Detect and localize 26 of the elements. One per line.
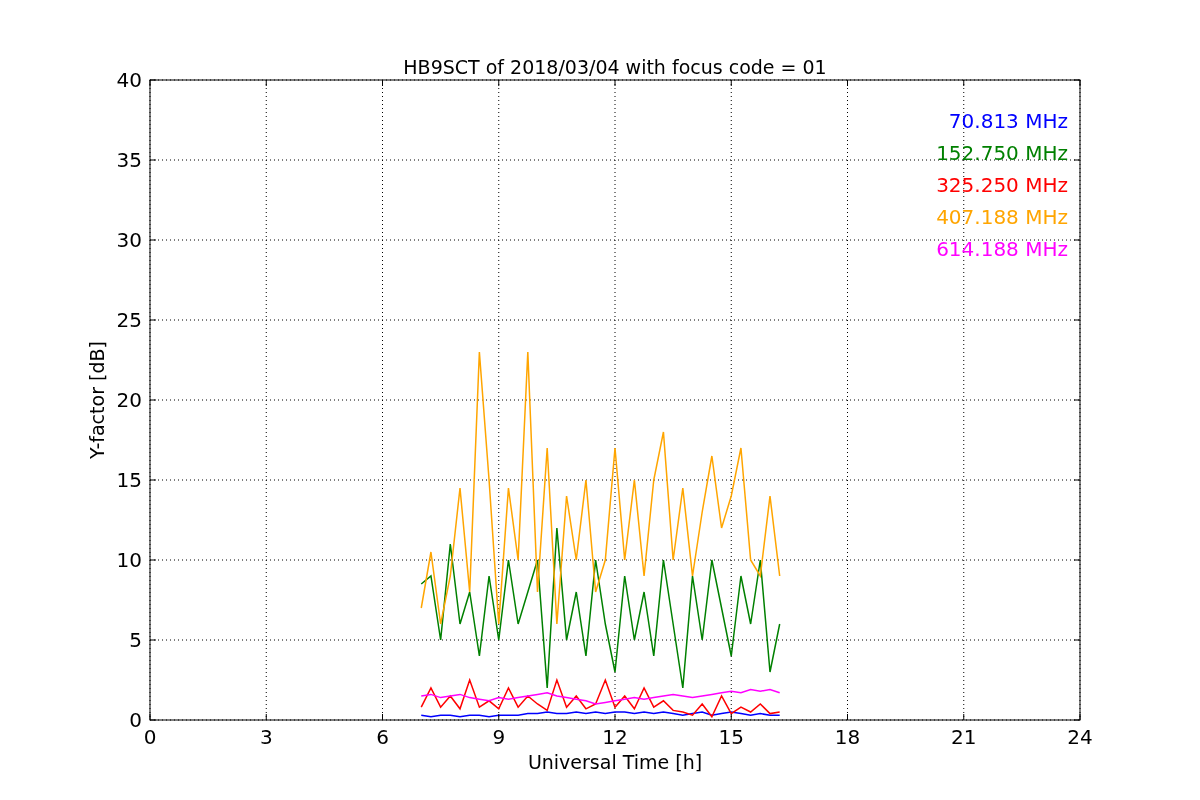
tick-label: 3: [259, 725, 273, 749]
tick-label: 0: [129, 708, 142, 732]
legend-label: 152.750 MHz: [936, 141, 1068, 165]
x-axis-label: Universal Time [h]: [527, 751, 703, 773]
legend-label: 407.188 MHz: [936, 205, 1068, 229]
legend-label: 70.813 MHz: [948, 109, 1068, 133]
tick-label: 21: [951, 725, 977, 749]
legend-label: 614.188 MHz: [936, 237, 1068, 261]
tick-label: 25: [116, 308, 142, 332]
tick-label: 15: [116, 468, 142, 492]
tick-label: 24: [1067, 725, 1093, 749]
tick-label: 40: [116, 68, 142, 92]
tick-label: 6: [376, 725, 389, 749]
chart-title: HB9SCT of 2018/03/04 with focus code = 01: [403, 56, 827, 78]
tick-label: 15: [718, 725, 744, 749]
tick-label: 30: [116, 228, 142, 252]
tick-label: 18: [834, 725, 861, 749]
tick-label: 9: [492, 725, 506, 749]
tick-label: 5: [129, 628, 142, 652]
y-axis-label: Y-factor [dB]: [86, 341, 108, 459]
tick-label: 35: [116, 148, 142, 172]
tick-label: 12: [602, 725, 628, 749]
legend-label: 325.250 MHz: [936, 173, 1068, 197]
tick-label: 20: [116, 388, 142, 412]
tick-label: 0: [143, 725, 157, 749]
tick-label: 10: [116, 548, 142, 572]
